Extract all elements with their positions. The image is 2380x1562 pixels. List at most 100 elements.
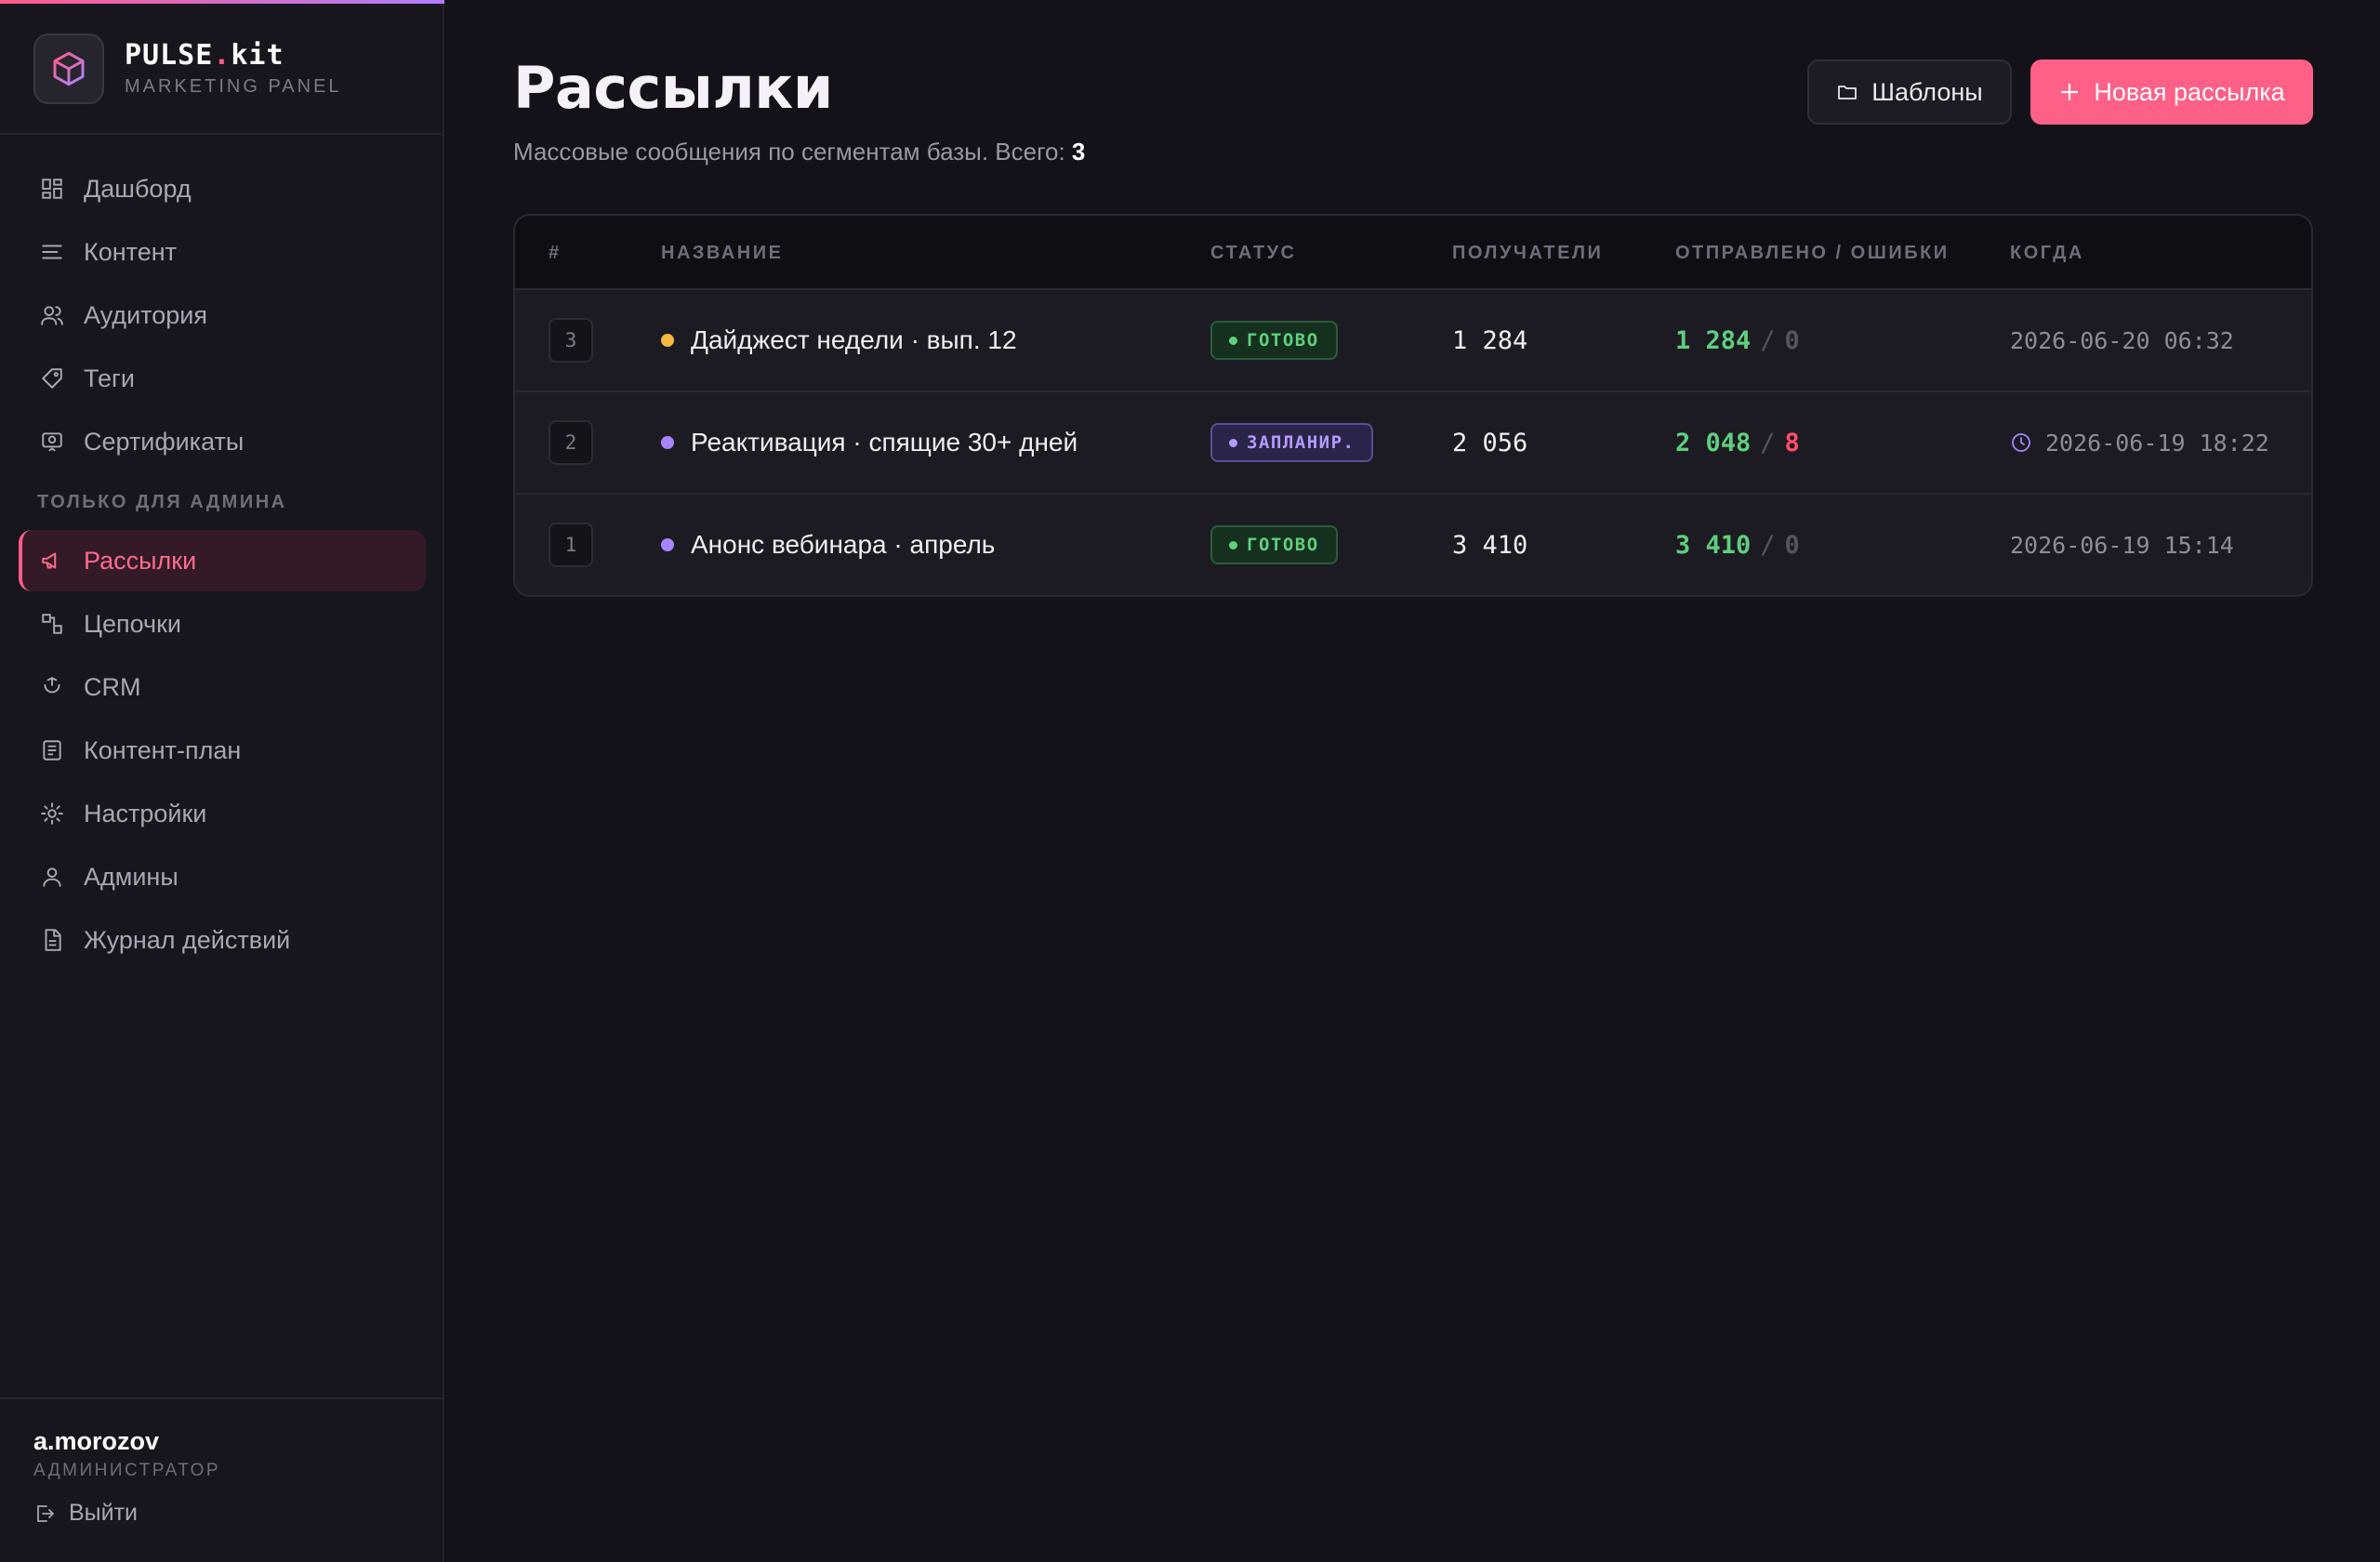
brand-subtitle: MARKETING PANEL xyxy=(125,76,342,97)
total-count: 3 xyxy=(1071,138,1086,165)
cube-logo-icon xyxy=(33,33,104,104)
column-header-recipients: ПОЛУЧАТЕЛИ xyxy=(1452,242,1604,263)
sent-count: 1 284 xyxy=(1675,325,1752,355)
mailings-table: # НАЗВАНИЕ СТАТУС ПОЛУЧАТЕЛИ ОТПРАВЛЕНО … xyxy=(513,214,2313,597)
column-header-status: СТАТУС xyxy=(1210,242,1297,263)
send-time: 2026-06-19 18:22 xyxy=(2045,429,2269,457)
page-title: Рассылки xyxy=(513,54,833,122)
status-dot xyxy=(661,436,674,449)
certificate-icon xyxy=(39,429,65,455)
sidebar-item-label: Дашборд xyxy=(84,174,192,203)
sidebar-item-label: Аудитория xyxy=(84,300,207,329)
recipients-count: 1 284 xyxy=(1452,325,1528,355)
subtitle-text: Массовые сообщения по сегментам базы. Вс… xyxy=(513,138,1072,165)
sidebar-footer: a.morozov АДМИНИСТРАТОР Выйти xyxy=(0,1397,443,1562)
logout-icon xyxy=(33,1502,56,1525)
sidebar-item-settings[interactable]: Настройки xyxy=(19,783,426,844)
sidebar-item-audience[interactable]: Аудитория xyxy=(19,285,426,346)
row-index: 3 xyxy=(549,318,593,363)
lines-icon xyxy=(39,239,65,265)
sidebar-item-chains[interactable]: Цепочки xyxy=(19,593,426,655)
templates-button[interactable]: Шаблоны xyxy=(1807,60,2012,125)
status-badge: ГОТОВО xyxy=(1210,525,1338,564)
new-mailing-label: Новая рассылка xyxy=(2094,77,2285,106)
error-count: 8 xyxy=(1784,428,1800,457)
sidebar-item-content-plan[interactable]: Контент-план xyxy=(19,720,426,781)
sidebar-item-tags[interactable]: Теги xyxy=(19,348,426,409)
user-role: АДМИНИСТРАТОР xyxy=(33,1461,221,1480)
row-index: 1 xyxy=(549,523,593,567)
sidebar-item-label: Админы xyxy=(84,862,178,891)
document-icon xyxy=(39,737,65,763)
status-dot xyxy=(661,538,674,551)
column-header-when: КОГДА xyxy=(2010,242,2084,263)
separator: / xyxy=(1760,428,1776,457)
separator: / xyxy=(1760,325,1776,355)
sidebar-item-label: Контент xyxy=(84,237,178,266)
sidebar-item-activity-log[interactable]: Журнал действий xyxy=(19,909,426,971)
templates-label: Шаблоны xyxy=(1871,77,1983,106)
plus-icon xyxy=(2058,81,2081,103)
sidebar-item-admins[interactable]: Админы xyxy=(19,846,426,907)
folder-icon xyxy=(1836,81,1858,103)
status-dot xyxy=(661,334,674,347)
table-row[interactable]: 3 Дайджест недели · вып. 12 ГОТОВО 1 284… xyxy=(515,290,2311,392)
row-index: 2 xyxy=(549,420,593,465)
sidebar-item-label: Сертификаты xyxy=(84,427,245,456)
sidebar-item-certificates[interactable]: Сертификаты xyxy=(19,411,426,472)
brand: PULSE.kit MARKETING PANEL xyxy=(0,4,443,135)
table-header: # НАЗВАНИЕ СТАТУС ПОЛУЧАТЕЛИ ОТПРАВЛЕНО … xyxy=(515,216,2311,290)
mailing-name[interactable]: Реактивация · спящие 30+ дней xyxy=(691,428,1078,457)
page-subtitle: Массовые сообщения по сегментам базы. Вс… xyxy=(513,138,1085,166)
status-badge-label: ГОТОВО xyxy=(1247,330,1319,351)
chain-icon xyxy=(39,611,65,637)
error-count: 0 xyxy=(1784,530,1800,560)
send-time: 2026-06-19 15:14 xyxy=(2010,531,2234,559)
sidebar-item-label: Журнал действий xyxy=(84,925,291,954)
sidebar-item-dashboard[interactable]: Дашборд xyxy=(19,158,426,219)
sidebar-item-crm[interactable]: CRM xyxy=(19,656,426,718)
log-icon xyxy=(39,927,65,953)
sidebar-item-label: Настройки xyxy=(84,799,207,827)
sidebar-item-label: Цепочки xyxy=(84,609,181,638)
mailing-name[interactable]: Анонс вебинара · апрель xyxy=(691,530,995,560)
sidebar-item-label: CRM xyxy=(84,672,141,701)
table-row[interactable]: 1 Анонс вебинара · апрель ГОТОВО 3 410 3… xyxy=(515,495,2311,595)
table-row[interactable]: 2 Реактивация · спящие 30+ дней ЗАПЛАНИР… xyxy=(515,392,2311,495)
sidebar-nav: Дашборд Контент Аудитория Теги Сертифика… xyxy=(19,158,426,973)
clock-icon xyxy=(2010,431,2032,454)
separator: / xyxy=(1760,530,1776,560)
gear-icon xyxy=(39,801,65,827)
send-time: 2026-06-20 06:32 xyxy=(2010,326,2234,354)
logout-button[interactable]: Выйти xyxy=(33,1500,138,1527)
sent-count: 2 048 xyxy=(1675,428,1752,457)
crm-icon xyxy=(39,674,65,700)
tag-icon xyxy=(39,365,65,391)
megaphone-icon xyxy=(39,548,65,574)
user-icon xyxy=(39,864,65,890)
status-badge-label: ЗАПЛАНИР. xyxy=(1247,432,1355,453)
column-header-name: НАЗВАНИЕ xyxy=(661,242,784,263)
status-badge: ГОТОВО xyxy=(1210,321,1338,360)
sidebar-item-label: Контент-план xyxy=(84,735,242,764)
recipients-count: 3 410 xyxy=(1452,530,1528,560)
sent-count: 3 410 xyxy=(1675,530,1752,560)
sidebar-item-mailings[interactable]: Рассылки xyxy=(19,530,426,591)
sidebar-item-content[interactable]: Контент xyxy=(19,221,426,283)
users-icon xyxy=(39,302,65,328)
logout-label: Выйти xyxy=(69,1500,139,1526)
sidebar-item-label: Теги xyxy=(84,364,135,392)
status-badge-label: ГОТОВО xyxy=(1247,535,1319,555)
mailing-name[interactable]: Дайджест недели · вып. 12 xyxy=(691,325,1017,355)
admin-section-label: ТОЛЬКО ДЛЯ АДМИНА xyxy=(37,491,287,512)
column-header-sent-errors: ОТПРАВЛЕНО / ОШИБКИ xyxy=(1675,242,1950,263)
sidebar-item-label: Рассылки xyxy=(84,546,197,575)
sidebar: PULSE.kit MARKETING PANEL Дашборд Контен… xyxy=(0,0,444,1562)
status-badge: ЗАПЛАНИР. xyxy=(1210,423,1374,462)
recipients-count: 2 056 xyxy=(1452,428,1528,457)
dashboard-icon xyxy=(39,176,65,202)
brand-name: PULSE.kit xyxy=(125,39,284,72)
error-count: 0 xyxy=(1784,325,1800,355)
new-mailing-button[interactable]: Новая рассылка xyxy=(2030,60,2313,125)
column-header-index: # xyxy=(549,242,562,263)
